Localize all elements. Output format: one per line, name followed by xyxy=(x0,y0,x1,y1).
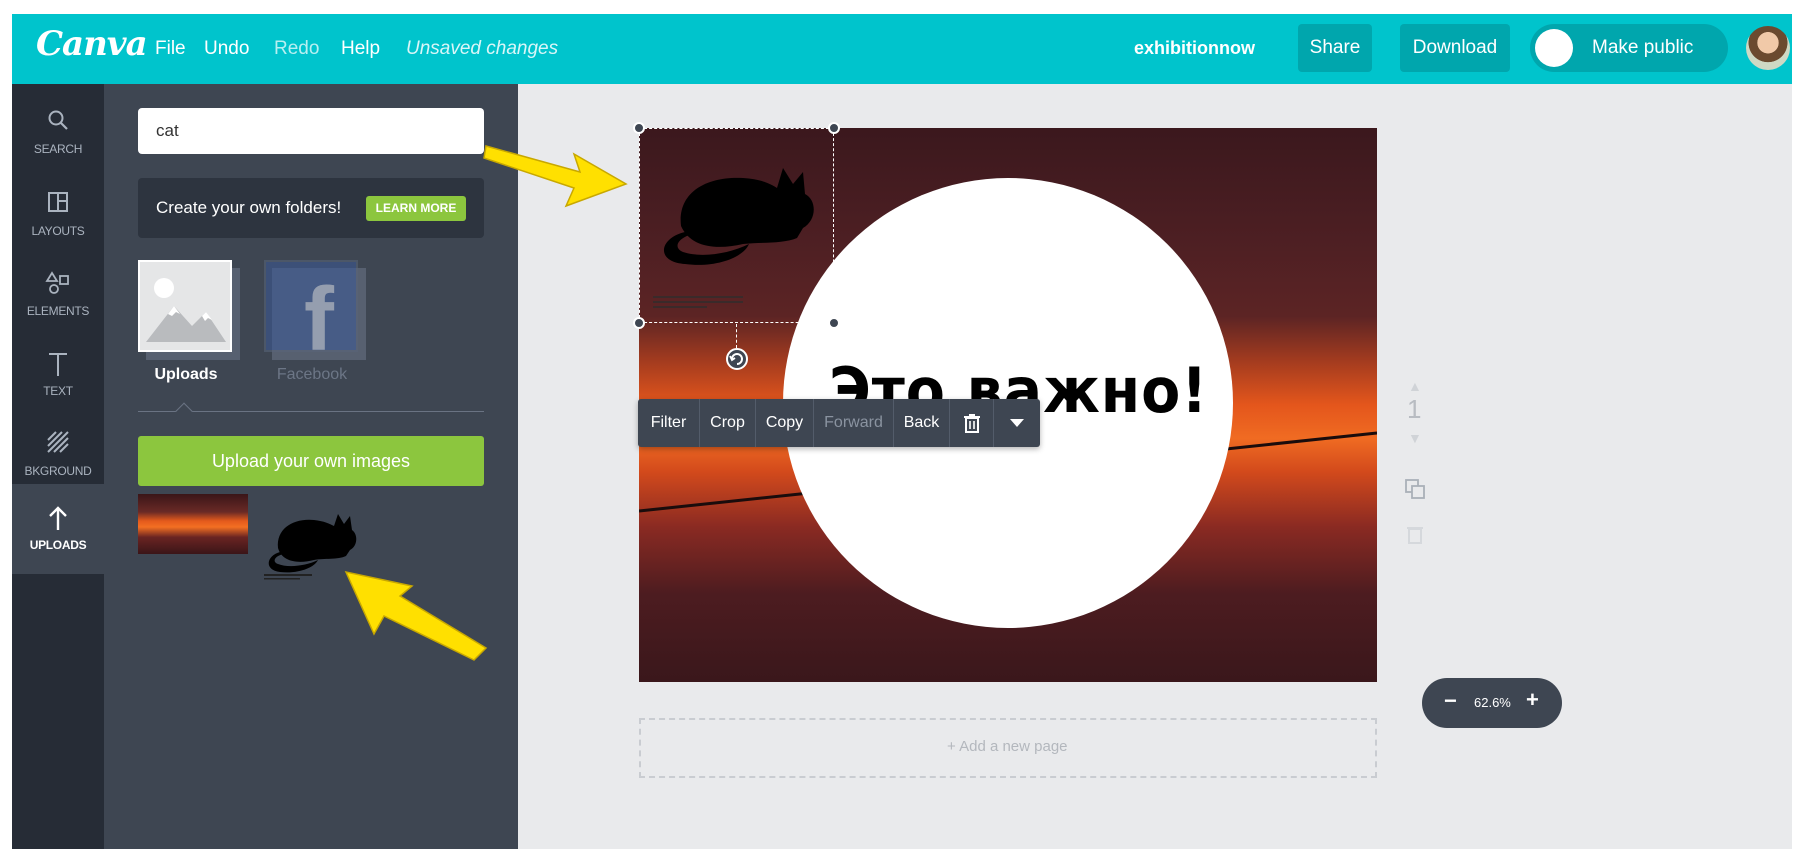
search-field[interactable] xyxy=(138,108,484,154)
delete-page-icon[interactable] xyxy=(1406,524,1424,549)
source-uploads-label: Uploads xyxy=(154,366,218,383)
facebook-icon: f xyxy=(264,260,358,370)
toggle-knob xyxy=(1535,29,1573,67)
elements-icon xyxy=(12,270,104,300)
svg-text:f: f xyxy=(304,270,335,350)
nav-text-label: TEXT xyxy=(43,384,73,398)
share-button[interactable]: Share xyxy=(1298,24,1372,72)
nav-text[interactable]: TEXT xyxy=(12,334,104,420)
top-bar: Canva File Undo Redo Help Unsaved change… xyxy=(12,14,1792,84)
search-input[interactable] xyxy=(138,108,484,154)
chevron-down-icon[interactable] xyxy=(994,399,1040,447)
crop-button[interactable]: Crop xyxy=(700,399,756,447)
user-avatar[interactable] xyxy=(1746,26,1790,70)
page-number: 1 xyxy=(1407,394,1422,424)
selection-box[interactable] xyxy=(639,128,834,323)
menu-help[interactable]: Help xyxy=(341,38,380,60)
menu-file[interactable]: File xyxy=(155,38,186,60)
nav-search-label: SEARCH xyxy=(33,142,83,156)
nav-elements-label: ELEMENTS xyxy=(26,304,90,318)
tab-indicator xyxy=(175,402,193,420)
menu-redo[interactable]: Redo xyxy=(274,38,319,60)
canva-editor: Canva File Undo Redo Help Unsaved change… xyxy=(12,14,1792,849)
save-status: Unsaved changes xyxy=(406,38,559,59)
canva-logo[interactable]: Canva xyxy=(36,24,148,64)
resize-handle-bottom-left[interactable] xyxy=(633,317,645,329)
menu-undo[interactable]: Undo xyxy=(204,38,249,60)
copy-button[interactable]: Copy xyxy=(756,399,814,447)
make-public-toggle[interactable]: Make public xyxy=(1530,24,1728,72)
background-icon xyxy=(12,430,104,460)
add-page-button[interactable]: + Add a new page xyxy=(639,718,1377,778)
rotate-icon[interactable] xyxy=(726,348,748,370)
duplicate-page-icon[interactable] xyxy=(1404,478,1426,505)
account-name[interactable]: exhibitionnow xyxy=(1134,38,1255,59)
layouts-icon xyxy=(12,190,104,220)
add-page-label: + Add a new page xyxy=(947,738,1068,755)
nav-uploads-label: UPLOADS xyxy=(29,538,87,552)
nav-elements[interactable]: ELEMENTS xyxy=(12,254,104,340)
image-placeholder-icon xyxy=(138,260,232,352)
filter-button[interactable]: Filter xyxy=(638,399,700,447)
source-facebook-label: Facebook xyxy=(276,366,348,383)
resize-handle-top-left[interactable] xyxy=(633,122,645,134)
search-icon xyxy=(12,108,104,138)
upload-arrow-icon xyxy=(12,504,104,534)
make-public-label: Make public xyxy=(1592,37,1694,58)
nav-uploads[interactable]: UPLOADS xyxy=(12,484,104,574)
chevron-up-icon[interactable]: ▲ xyxy=(1408,378,1422,394)
uploaded-image-sunset[interactable] xyxy=(138,494,248,554)
nav-layouts-label: LAYOUTS xyxy=(31,224,85,238)
text-icon xyxy=(12,350,104,380)
annotation-arrow-icon xyxy=(344,570,488,661)
nav-layouts[interactable]: LAYOUTS xyxy=(12,174,104,260)
zoom-out-button[interactable]: − xyxy=(1444,688,1457,714)
chevron-down-icon[interactable]: ▼ xyxy=(1408,430,1422,446)
zoom-control: − 62.6% + xyxy=(1422,678,1562,728)
rotate-connector xyxy=(736,324,737,348)
learn-more-button[interactable]: LEARN MORE xyxy=(366,196,466,221)
zoom-level: 62.6% xyxy=(1474,695,1511,710)
nav-search[interactable]: SEARCH xyxy=(12,92,104,178)
folders-banner: Create your own folders! LEARN MORE xyxy=(138,178,484,238)
uploads-panel: Create your own folders! LEARN MORE Uplo… xyxy=(104,84,518,849)
forward-button[interactable]: Forward xyxy=(814,399,894,447)
download-button[interactable]: Download xyxy=(1400,24,1510,72)
annotation-arrow-icon xyxy=(483,145,628,208)
nav-background-label: BKGROUND xyxy=(24,464,92,478)
resize-handle-top-right[interactable] xyxy=(828,122,840,134)
folders-banner-text: Create your own folders! xyxy=(156,198,342,217)
upload-images-button[interactable]: Upload your own images xyxy=(138,436,484,486)
left-nav: SEARCH LAYOUTS ELEMENTS TEXT BKGROUND UP… xyxy=(12,84,104,849)
element-toolbar: Filter Crop Copy Forward Back xyxy=(638,399,1040,447)
zoom-in-button[interactable]: + xyxy=(1526,687,1539,713)
trash-icon[interactable] xyxy=(950,399,994,447)
resize-handle-bottom-right[interactable] xyxy=(828,317,840,329)
back-button[interactable]: Back xyxy=(894,399,950,447)
